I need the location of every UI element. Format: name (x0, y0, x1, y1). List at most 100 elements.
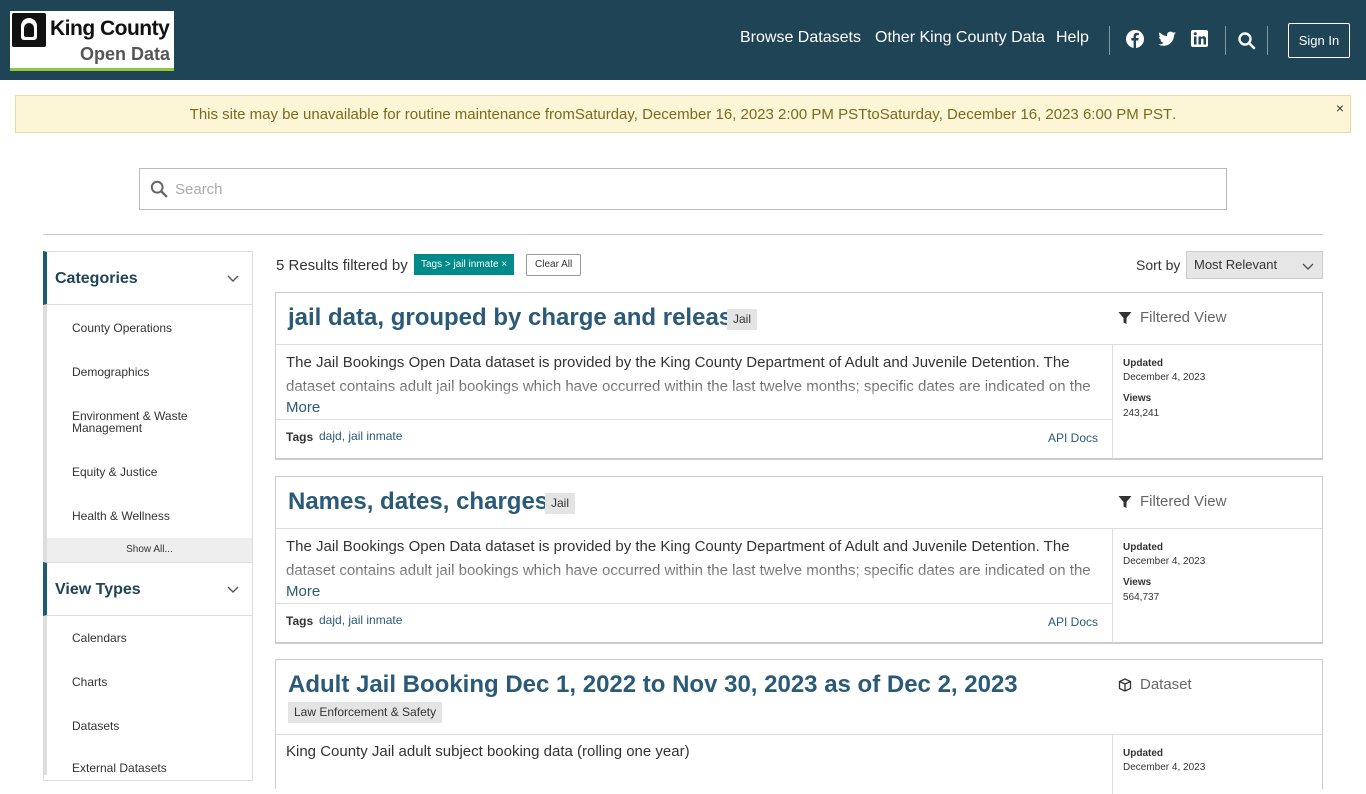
view-type-item-charts[interactable]: Charts (72, 676, 242, 688)
categories-title: Categories (55, 270, 138, 287)
chevron-down-icon (227, 275, 239, 282)
category-badge: Law Enforcement & Safety (288, 702, 443, 723)
card-divider (276, 344, 1322, 345)
nav-divider (1225, 26, 1226, 55)
logo-text-line2: Open Data (79, 44, 170, 64)
filter-icon (1118, 495, 1132, 508)
search-bar (139, 168, 1227, 210)
tags-label: Tags (286, 614, 314, 628)
sign-in-button[interactable]: Sign In (1288, 23, 1350, 58)
api-docs-link[interactable]: API Docs (1048, 615, 1098, 629)
result-title[interactable]: Names, dates, charges (288, 488, 548, 516)
filter-tag-label: Tags > jail inmate (421, 259, 499, 270)
site-header: King County Open Data Browse Datasets Ot… (0, 0, 1366, 80)
result-card: Names, dates, charges Jail Filtered View… (275, 476, 1323, 644)
banner-suffix: . (1172, 105, 1177, 123)
result-title[interactable]: jail data, grouped by charge and release (288, 304, 746, 332)
remove-filter-icon[interactable]: × (501, 259, 507, 270)
updated-label: Updated (1123, 358, 1163, 369)
result-title[interactable]: Adult Jail Booking Dec 1, 2022 to Nov 30… (288, 671, 1018, 699)
clear-all-button[interactable]: Clear All (526, 254, 582, 276)
updated-label: Updated (1123, 542, 1163, 553)
banner-start-time: Saturday, December 16, 2023 2:00 PM PST (574, 105, 868, 123)
card-divider (276, 734, 1322, 735)
card-divider (1112, 344, 1113, 459)
nav-browse-datasets[interactable]: Browse Datasets (740, 29, 861, 47)
filter-icon (1118, 311, 1132, 324)
banner-end-time: Saturday, December 16, 2023 6:00 PM PST (879, 105, 1173, 123)
banner-prefix: This site may be unavailable for routine… (189, 105, 575, 123)
result-description: The Jail Bookings Open Data dataset is p… (286, 354, 1091, 395)
tag-link[interactable]: dajd (319, 429, 342, 443)
active-filter-tag[interactable]: Tags > jail inmate × (414, 254, 515, 275)
result-card: Adult Jail Booking Dec 1, 2022 to Nov 30… (275, 659, 1323, 794)
tags-list: dajd, jail inmate (319, 613, 403, 627)
dataset-icon (1118, 677, 1132, 692)
view-type-item-datasets[interactable]: Datasets (72, 720, 242, 732)
view-type-item-external-datasets[interactable]: External Datasets (72, 762, 242, 774)
updated-value: December 4, 2023 (1123, 372, 1206, 383)
tag-link[interactable]: jail inmate (348, 613, 402, 627)
search-icon[interactable] (1237, 31, 1257, 51)
asset-type: Dataset (1118, 676, 1192, 693)
view-types-title: View Types (55, 581, 141, 598)
view-type-item-calendars[interactable]: Calendars (72, 632, 242, 644)
banner-close-button[interactable]: × (1336, 100, 1344, 116)
asset-type-label: Filtered View (1140, 309, 1227, 326)
views-label: Views (1123, 393, 1152, 404)
views-value: 243,241 (1123, 408, 1160, 419)
api-docs-link[interactable]: API Docs (1048, 431, 1098, 445)
views-label: Views (1123, 577, 1152, 588)
nav-divider (1267, 26, 1268, 55)
card-divider (1112, 528, 1113, 643)
tag-link[interactable]: jail inmate (348, 429, 402, 443)
view-types-header[interactable]: View Types (43, 562, 253, 616)
category-item-demographics[interactable]: Demographics (72, 366, 242, 378)
twitter-icon[interactable] (1157, 29, 1177, 49)
result-description: King County Jail adult subject booking d… (286, 743, 690, 760)
updated-value: December 4, 2023 (1123, 556, 1206, 567)
nav-other-king-county-data[interactable]: Other King County Data (875, 29, 1045, 47)
more-link[interactable]: More (286, 399, 320, 416)
results-count: 5 Results filtered by (276, 257, 408, 274)
updated-label: Updated (1123, 748, 1163, 759)
views-value: 564,737 (1123, 592, 1160, 603)
king-county-logo[interactable]: King County Open Data (10, 11, 174, 71)
card-divider (276, 419, 1112, 420)
asset-type-label: Filtered View (1140, 493, 1227, 510)
chevron-down-icon (1302, 263, 1314, 270)
card-divider (1112, 734, 1113, 794)
category-item-environment-waste[interactable]: Environment & Waste Management (72, 410, 242, 434)
search-input[interactable] (175, 169, 1215, 209)
show-all-categories-button[interactable]: Show All... (47, 538, 252, 562)
category-item-county-operations[interactable]: County Operations (72, 322, 242, 334)
sidebar-strip (43, 615, 47, 775)
king-county-seal-icon (12, 13, 46, 47)
more-link[interactable]: More (286, 583, 320, 600)
asset-type-label: Dataset (1140, 676, 1192, 693)
tags-list: dajd, jail inmate (319, 429, 403, 443)
categories-header[interactable]: Categories (43, 251, 253, 305)
result-card: jail data, grouped by charge and release… (275, 292, 1323, 460)
category-item-health-wellness[interactable]: Health & Wellness (72, 510, 242, 522)
card-divider (276, 603, 1112, 604)
card-divider (276, 528, 1322, 529)
category-badge: Jail (727, 309, 758, 330)
asset-type: Filtered View (1118, 309, 1226, 326)
sort-select[interactable]: Most Relevant (1186, 251, 1323, 279)
sort-label: Sort by (1136, 257, 1181, 273)
chevron-down-icon (227, 586, 239, 593)
facebook-icon[interactable] (1125, 29, 1145, 49)
logo-text-line1: King County (50, 17, 170, 40)
linkedin-icon[interactable] (1190, 29, 1210, 49)
nav-divider (1109, 26, 1110, 55)
maintenance-banner: This site may be unavailable for routine… (15, 95, 1351, 133)
nav-help[interactable]: Help (1056, 29, 1089, 47)
result-description: The Jail Bookings Open Data dataset is p… (286, 538, 1091, 579)
search-icon (150, 180, 168, 198)
category-item-equity-justice[interactable]: Equity & Justice (72, 466, 242, 478)
tag-link[interactable]: dajd (319, 613, 342, 627)
asset-type: Filtered View (1118, 493, 1226, 510)
tags-label: Tags (286, 430, 314, 444)
banner-to: to (867, 105, 880, 123)
